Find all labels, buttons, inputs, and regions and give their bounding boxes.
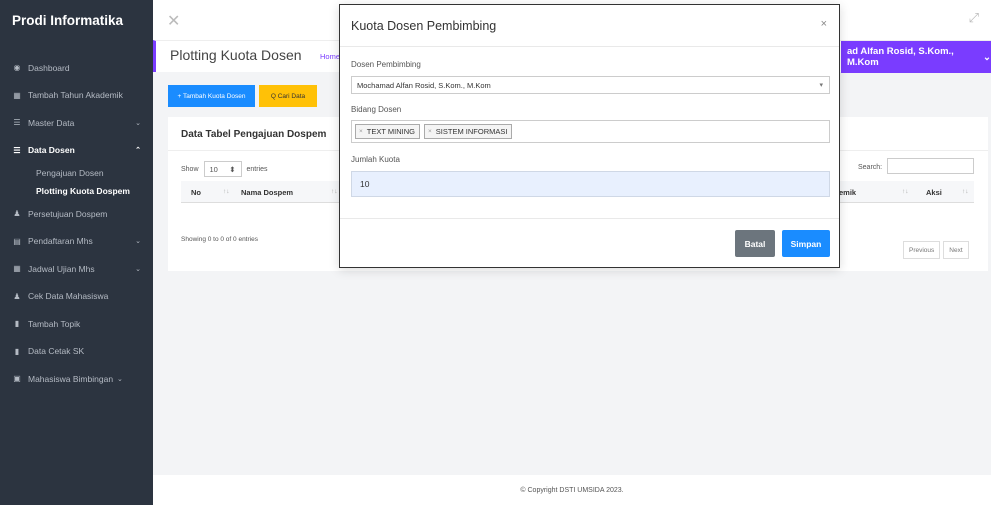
sidebar-item-cek-data[interactable]: ♟ Cek Data Mahasiswa <box>0 283 153 311</box>
sidebar-item-label: Tambah Topik <box>28 318 81 329</box>
sidebar-item-label: Dashboard <box>28 62 70 73</box>
sidebar-item-dashboard[interactable]: ◉ Dashboard <box>0 54 153 82</box>
quota-modal: Kuota Dosen Pembimbing × Dosen Pembimbin… <box>339 4 840 268</box>
list-icon: ☰ <box>13 118 21 128</box>
calendar-icon: ▦ <box>13 264 21 274</box>
bidang-label: Bidang Dosen <box>351 105 402 114</box>
sidebar-item-data-dosen[interactable]: ☰ Data Dosen ⌃ <box>0 137 153 165</box>
tag-chip[interactable]: × SISTEM INFORMASI <box>424 124 513 139</box>
sort-icon[interactable]: ↑↓ <box>223 188 230 195</box>
remove-tag-icon[interactable]: × <box>428 128 432 135</box>
column-nama-dospem[interactable]: Nama Dospem <box>241 188 293 197</box>
sidebar-item-label: Persetujuan Dospem <box>28 208 108 219</box>
sidebar: Prodi Informatika ◉ Dashboard ▦ Tambah T… <box>0 0 153 505</box>
modal-close-icon[interactable]: × <box>821 18 827 30</box>
select-arrows-icon: ⬍ <box>229 164 236 174</box>
dosen-value: Mochamad Alfan Rosid, S.Kom., M.Kom <box>357 80 491 90</box>
tag-chip[interactable]: × TEXT MINING <box>355 124 420 139</box>
kuota-input[interactable]: 10 <box>351 171 830 197</box>
sidebar-item-label: Jadwal Ujian Mhs <box>28 263 95 274</box>
entries-value: 10 <box>209 164 218 174</box>
list-icon: ☰ <box>13 145 21 155</box>
cancel-button[interactable]: Batal <box>735 230 775 257</box>
sort-icon[interactable]: ↑↓ <box>902 188 909 195</box>
bidang-multiselect[interactable]: × TEXT MINING × SISTEM INFORMASI <box>351 120 830 143</box>
tag-label: TEXT MINING <box>366 127 415 136</box>
table-info: Showing 0 to 0 of 0 entries <box>181 236 258 243</box>
sidebar-item-label: Cek Data Mahasiswa <box>28 291 109 302</box>
calendar-icon: ▦ <box>13 90 21 100</box>
remove-tag-icon[interactable]: × <box>359 128 363 135</box>
sidebar-item-bimbingan[interactable]: ▣ Mahasiswa Bimbingan ⌄ <box>0 365 153 393</box>
user-check-icon: ♟ <box>13 209 21 219</box>
chevron-down-icon: ⌄ <box>983 51 991 63</box>
sidebar-item-label: Data Cetak SK <box>28 346 85 357</box>
column-aksi[interactable]: Aksi <box>926 188 942 197</box>
sidebar-item-pendaftaran[interactable]: ▤ Pendaftaran Mhs ⌄ <box>0 228 153 256</box>
fullscreen-icon[interactable]: ⤢ <box>969 10 979 26</box>
sidebar-subitem-pengajuan-dosen[interactable]: Pengajuan Dosen <box>0 164 153 182</box>
modal-title: Kuota Dosen Pembimbing <box>351 19 497 33</box>
sidebar-item-persetujuan[interactable]: ♟ Persetujuan Dospem <box>0 200 153 228</box>
footer: © Copyright DSTI UMSIDA 2023. <box>153 475 991 505</box>
column-no[interactable]: No <box>191 188 201 197</box>
users-icon: ♟ <box>13 291 21 301</box>
entries-select[interactable]: 10 ⬍ <box>203 161 242 177</box>
dosen-label: Dosen Pembimbing <box>351 60 421 69</box>
brand-title: Prodi Informatika <box>12 12 124 28</box>
previous-button[interactable]: Previous <box>903 241 941 259</box>
sidebar-item-label: Master Data <box>28 117 75 128</box>
save-button[interactable]: Simpan <box>782 230 830 257</box>
next-button[interactable]: Next <box>943 241 969 259</box>
file-icon: ▮ <box>14 346 20 356</box>
close-icon[interactable]: ✕ <box>167 11 180 31</box>
show-label: Show <box>181 165 199 173</box>
divider <box>340 46 839 47</box>
sort-icon[interactable]: ↑↓ <box>331 188 338 195</box>
column-akademik[interactable]: emik <box>839 188 856 197</box>
search-input[interactable] <box>887 158 974 174</box>
sort-icon[interactable]: ↑↓ <box>962 188 969 195</box>
sidebar-item-label: Pendaftaran Mhs <box>28 236 93 247</box>
sidebar-item-cetak-sk[interactable]: ▮ Data Cetak SK <box>0 338 153 366</box>
card-icon: ▣ <box>13 374 21 384</box>
kuota-label: Jumlah Kuota <box>351 155 400 164</box>
sidebar-subitem-plotting-kuota[interactable]: Plotting Kuota Dospem <box>0 182 153 200</box>
sidebar-item-jadwal[interactable]: ▦ Jadwal Ujian Mhs ⌄ <box>0 255 153 283</box>
id-card-icon: ▤ <box>13 236 21 246</box>
sidebar-item-label: Mahasiswa Bimbingan <box>28 373 114 384</box>
pagination: Previous Next <box>903 241 969 259</box>
sidebar-item-master-data[interactable]: ☰ Master Data ⌄ <box>0 109 153 137</box>
file-icon: ▮ <box>14 319 20 329</box>
sidebar-item-label: Tambah Tahun Akademik <box>28 90 123 101</box>
card-title: Data Tabel Pengajuan Dospem <box>181 129 327 140</box>
sidebar-nav: ◉ Dashboard ▦ Tambah Tahun Akademik ☰ Ma… <box>0 40 153 393</box>
user-menu[interactable]: ad Alfan Rosid, S.Kom., M.Kom ⌄ <box>841 41 991 73</box>
add-quota-button[interactable]: + Tambah Kuota Dosen <box>168 85 255 107</box>
entries-control: Show 10 ⬍ entries <box>181 161 268 177</box>
user-name: ad Alfan Rosid, S.Kom., M.Kom <box>847 46 954 68</box>
dashboard-icon: ◉ <box>13 63 21 73</box>
page-title: Plotting Kuota Dosen <box>170 47 302 63</box>
sidebar-item-tambah-topik[interactable]: ▮ Tambah Topik <box>0 310 153 338</box>
chevron-up-icon: ⌃ <box>135 147 141 155</box>
chevron-down-icon: ▾ <box>819 82 823 89</box>
dosen-select[interactable]: Mochamad Alfan Rosid, S.Kom., M.Kom ▾ <box>351 76 830 94</box>
chevron-down-icon: ⌄ <box>117 375 123 383</box>
chevron-down-icon: ⌄ <box>135 265 141 273</box>
entries-label: entries <box>246 165 268 173</box>
chevron-down-icon: ⌄ <box>135 119 141 127</box>
tag-label: SISTEM INFORMASI <box>435 127 508 136</box>
sidebar-item-label: Data Dosen <box>28 145 75 156</box>
search-data-button[interactable]: Q Cari Data <box>259 85 317 107</box>
divider <box>340 218 839 219</box>
sidebar-item-tahun-akademik[interactable]: ▦ Tambah Tahun Akademik <box>0 82 153 110</box>
search-label: Search: <box>858 164 883 171</box>
chevron-down-icon: ⌄ <box>135 238 141 246</box>
